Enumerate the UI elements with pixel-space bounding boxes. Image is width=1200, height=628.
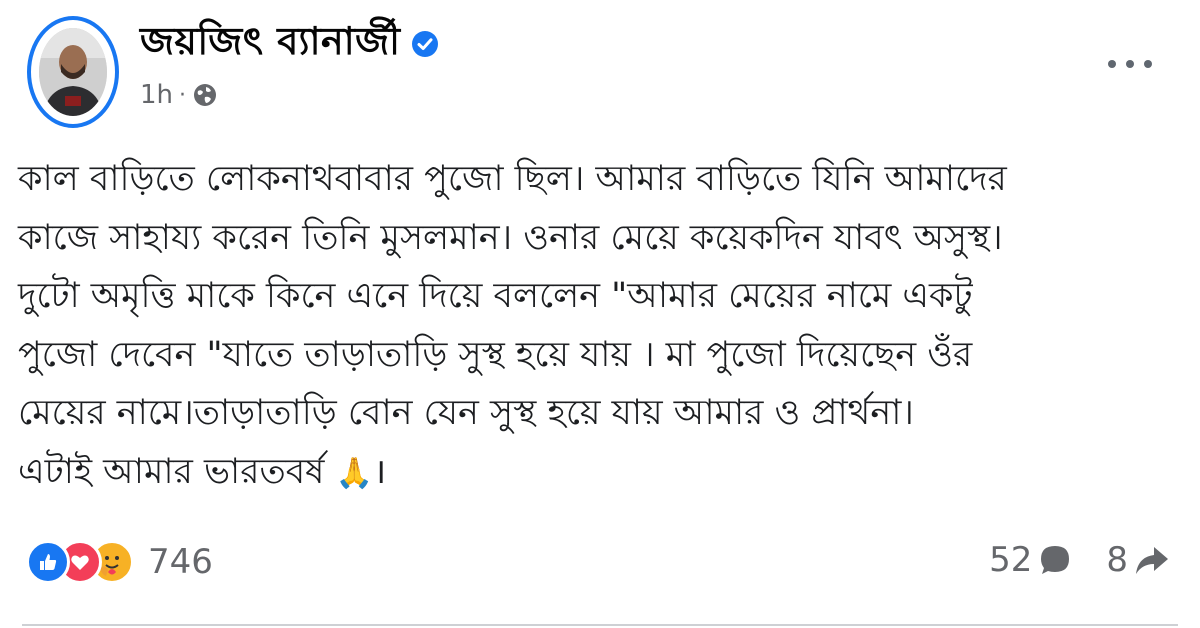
post-line: পুজো দেবেন "যাতে তাড়াতাড়ি সুস্থ হয়ে য… (18, 334, 973, 375)
post-line-text: এটাই আমার ভারতবর্ষ (18, 451, 325, 492)
verified-badge-icon (411, 30, 439, 58)
engagement-stats: 52 8 (989, 540, 1170, 580)
like-reaction-icon (26, 540, 70, 584)
profile-photo-icon (39, 28, 107, 116)
share-count[interactable]: 8 (1106, 540, 1128, 580)
post-line: দুটো অমৃত্তি মাকে কিনে এনে দিয়ে বললেন "… (18, 276, 973, 316)
facebook-post: জয়জিৎ ব্যানার্জী 1h · কাল বাড়িতে লোকনা… (0, 0, 1200, 628)
comment-icon[interactable] (1038, 543, 1072, 577)
post-text: কাল বাড়িতে লোকনাথবাবার পুজো ছিল। আমার ব… (18, 150, 1168, 503)
avatar[interactable] (39, 28, 107, 116)
more-options-icon[interactable] (1108, 52, 1152, 76)
post-line-end: । (372, 451, 387, 492)
profile-avatar-ring[interactable] (27, 16, 119, 128)
folded-hands-emoji-icon: 🙏 (335, 455, 373, 491)
meta-separator: · (179, 82, 187, 108)
author-name[interactable]: জয়জিৎ ব্যানার্জী (140, 12, 401, 76)
author-row: জয়জিৎ ব্যানার্জী (140, 14, 439, 74)
post-line-last: এটাই আমার ভারতবর্ষ 🙏। (18, 443, 1168, 504)
post-timestamp[interactable]: 1h (140, 80, 173, 110)
share-icon[interactable] (1134, 543, 1170, 577)
post-line: কাজে সাহায্য করেন তিনি মুসলমান। ওনার মেয… (18, 217, 1003, 258)
post-line: মেয়ের নামে।তাড়াতাড়ি বোন যেন সুস্থ হয়… (18, 393, 914, 433)
post-divider (22, 624, 1178, 626)
post-meta: 1h · (140, 80, 218, 110)
comment-count[interactable]: 52 (989, 540, 1032, 580)
reactions-summary[interactable]: 746 (26, 540, 213, 584)
post-line: কাল বাড়িতে লোকনাথবাবার পুজো ছিল। আমার ব… (18, 159, 1007, 199)
reaction-count[interactable]: 746 (148, 542, 213, 582)
globe-icon[interactable] (192, 82, 218, 108)
